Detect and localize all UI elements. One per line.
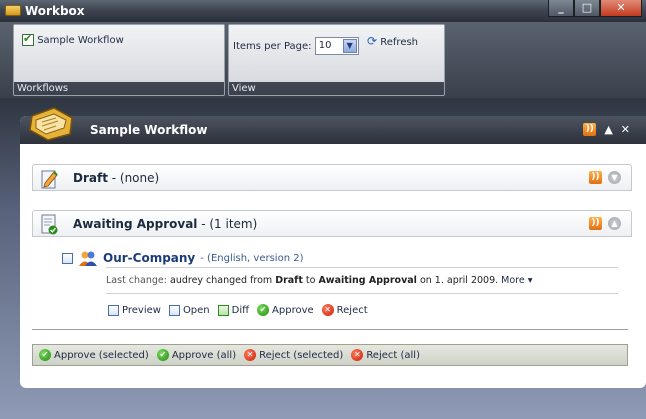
- workbox-app-icon: [5, 5, 21, 16]
- section-draft-name: Draft: [73, 171, 108, 185]
- sample-workflow-option[interactable]: Sample Workflow: [22, 32, 124, 46]
- reject-all-button[interactable]: ✕ Reject (all): [351, 349, 420, 361]
- section-draft[interactable]: Draft - (none) )) ▼: [32, 164, 632, 191]
- section-draft-controls: )) ▼: [589, 171, 621, 184]
- approve-selected-label: Approve (selected): [54, 349, 149, 361]
- more-link[interactable]: More ▾: [501, 275, 532, 286]
- preview-label: Preview: [122, 304, 161, 316]
- to-state: Awaiting Approval: [318, 275, 417, 286]
- reject-x-icon: ✕: [244, 349, 257, 361]
- section-draft-title: Draft - (none): [73, 171, 159, 185]
- main-area: Sample Workflow )) ▲ ✕ Draft - (none) ))…: [0, 98, 646, 419]
- bulk-actions-bar: ✔ Approve (selected) ✔ Approve (all) ✕ R…: [32, 344, 628, 366]
- item-select-checkbox[interactable]: [62, 252, 73, 264]
- last-change-line: Last change: audrey changed from Draft t…: [106, 275, 533, 286]
- refresh-button[interactable]: ⟳ Refresh: [367, 34, 418, 48]
- approve-check-icon: ✔: [257, 304, 270, 316]
- last-change-text: audrey changed from: [166, 275, 276, 286]
- collapse-up-icon[interactable]: ▲: [608, 217, 621, 230]
- item-actions: Preview Open Diff ✔ Approve ✕ Reject: [108, 304, 376, 316]
- workflow-item-row: Our-Company - (English, version 2): [62, 250, 303, 266]
- open-action[interactable]: Open: [168, 304, 210, 316]
- minimize-button[interactable]: _: [548, 0, 574, 17]
- open-icon: [168, 304, 180, 316]
- from-state: Draft: [275, 275, 303, 286]
- reject-label: Reject: [336, 304, 368, 316]
- refresh-icon: ⟳: [367, 34, 378, 48]
- items-per-page-control: Items per Page: 10 ▼: [233, 37, 359, 55]
- window-controls: _ □ ✕: [548, 0, 642, 17]
- items-per-page-select[interactable]: 10 ▼: [314, 37, 359, 55]
- section-draft-count: - (none): [107, 171, 160, 185]
- open-label: Open: [182, 304, 210, 316]
- approve-all-label: Approve (all): [171, 349, 237, 361]
- reject-selected-button[interactable]: ✕ Reject (selected): [244, 349, 343, 361]
- approve-check-icon: ✔: [156, 349, 169, 361]
- reject-action[interactable]: ✕ Reject: [321, 304, 368, 316]
- item-detail: - (English, version 2): [200, 252, 304, 264]
- view-group-body: Items per Page: 10 ▼ ⟳ Refresh: [229, 25, 444, 82]
- to-word: to: [302, 275, 319, 286]
- preview-action[interactable]: Preview: [108, 304, 161, 316]
- workflow-panel: Sample Workflow )) ▲ ✕ Draft - (none) ))…: [20, 107, 646, 388]
- section-awaiting-approval-count: - (1 item): [197, 217, 258, 231]
- reject-all-label: Reject (all): [366, 349, 420, 361]
- edit-document-icon: [41, 170, 58, 189]
- approve-selected-button[interactable]: ✔ Approve (selected): [39, 349, 149, 361]
- expand-down-icon[interactable]: ▼: [608, 171, 621, 184]
- refresh-label: Refresh: [380, 37, 419, 48]
- section-awaiting-approval[interactable]: Awaiting Approval - (1 item) )) ▲: [32, 210, 632, 237]
- section-awaiting-approval-name: Awaiting Approval: [73, 217, 198, 231]
- collapse-up-icon[interactable]: ▲: [604, 123, 612, 136]
- reject-x-icon: ✕: [321, 304, 334, 316]
- preview-icon: [108, 304, 119, 316]
- change-date: on 1. april 2009.: [416, 275, 502, 286]
- view-group: Items per Page: 10 ▼ ⟳ Refresh View: [228, 24, 445, 96]
- close-window-button[interactable]: ✕: [600, 0, 642, 17]
- item-name-link[interactable]: Our-Company: [103, 251, 195, 265]
- workflows-group-body: Sample Workflow: [14, 25, 224, 82]
- diff-action[interactable]: Diff: [217, 304, 250, 316]
- panel-title: Sample Workflow: [90, 123, 208, 137]
- section-awaiting-approval-controls: )) ▲: [589, 217, 621, 230]
- window-title: Workbox: [25, 4, 85, 18]
- sample-workflow-checkbox-label: Sample Workflow: [37, 35, 124, 46]
- section-awaiting-approval-title: Awaiting Approval - (1 item): [73, 217, 257, 231]
- panel-header: Sample Workflow )) ▲ ✕: [20, 107, 646, 144]
- items-per-page-label: Items per Page:: [233, 41, 312, 52]
- inbox-tray-icon: [29, 107, 73, 141]
- users-icon: [79, 251, 97, 266]
- approve-label: Approve: [272, 304, 314, 316]
- rss-feed-icon[interactable]: )): [589, 171, 602, 184]
- reject-x-icon: ✕: [351, 349, 364, 361]
- diff-icon: [217, 304, 229, 316]
- reject-selected-label: Reject (selected): [259, 349, 344, 361]
- workflows-group-label: Workflows: [17, 83, 69, 94]
- rss-feed-icon[interactable]: )): [589, 217, 602, 230]
- items-per-page-value: 10: [318, 40, 332, 51]
- workflows-group: Sample Workflow Workflows: [13, 24, 225, 96]
- rss-feed-icon[interactable]: )): [583, 123, 597, 136]
- bulk-divider: [32, 329, 628, 330]
- sample-workflow-checkbox[interactable]: [22, 32, 34, 46]
- approved-document-icon: [41, 214, 58, 235]
- approve-all-button[interactable]: ✔ Approve (all): [156, 349, 237, 361]
- window-title-bar: Workbox _ □ ✕: [0, 0, 646, 22]
- last-change-label: Last change:: [106, 275, 167, 286]
- chevron-down-icon: ▼: [342, 39, 357, 53]
- diff-label: Diff: [231, 304, 250, 316]
- item-divider-bottom: [106, 293, 618, 294]
- approve-action[interactable]: ✔ Approve: [257, 304, 314, 316]
- ribbon: Sample Workflow Workflows Items per Page…: [0, 22, 646, 98]
- approve-check-icon: ✔: [39, 349, 51, 361]
- panel-header-controls: )) ▲ ✕: [583, 123, 630, 136]
- view-group-label: View: [232, 83, 256, 94]
- item-divider-top: [106, 267, 618, 268]
- close-panel-icon[interactable]: ✕: [621, 123, 630, 136]
- maximize-button[interactable]: □: [574, 0, 600, 17]
